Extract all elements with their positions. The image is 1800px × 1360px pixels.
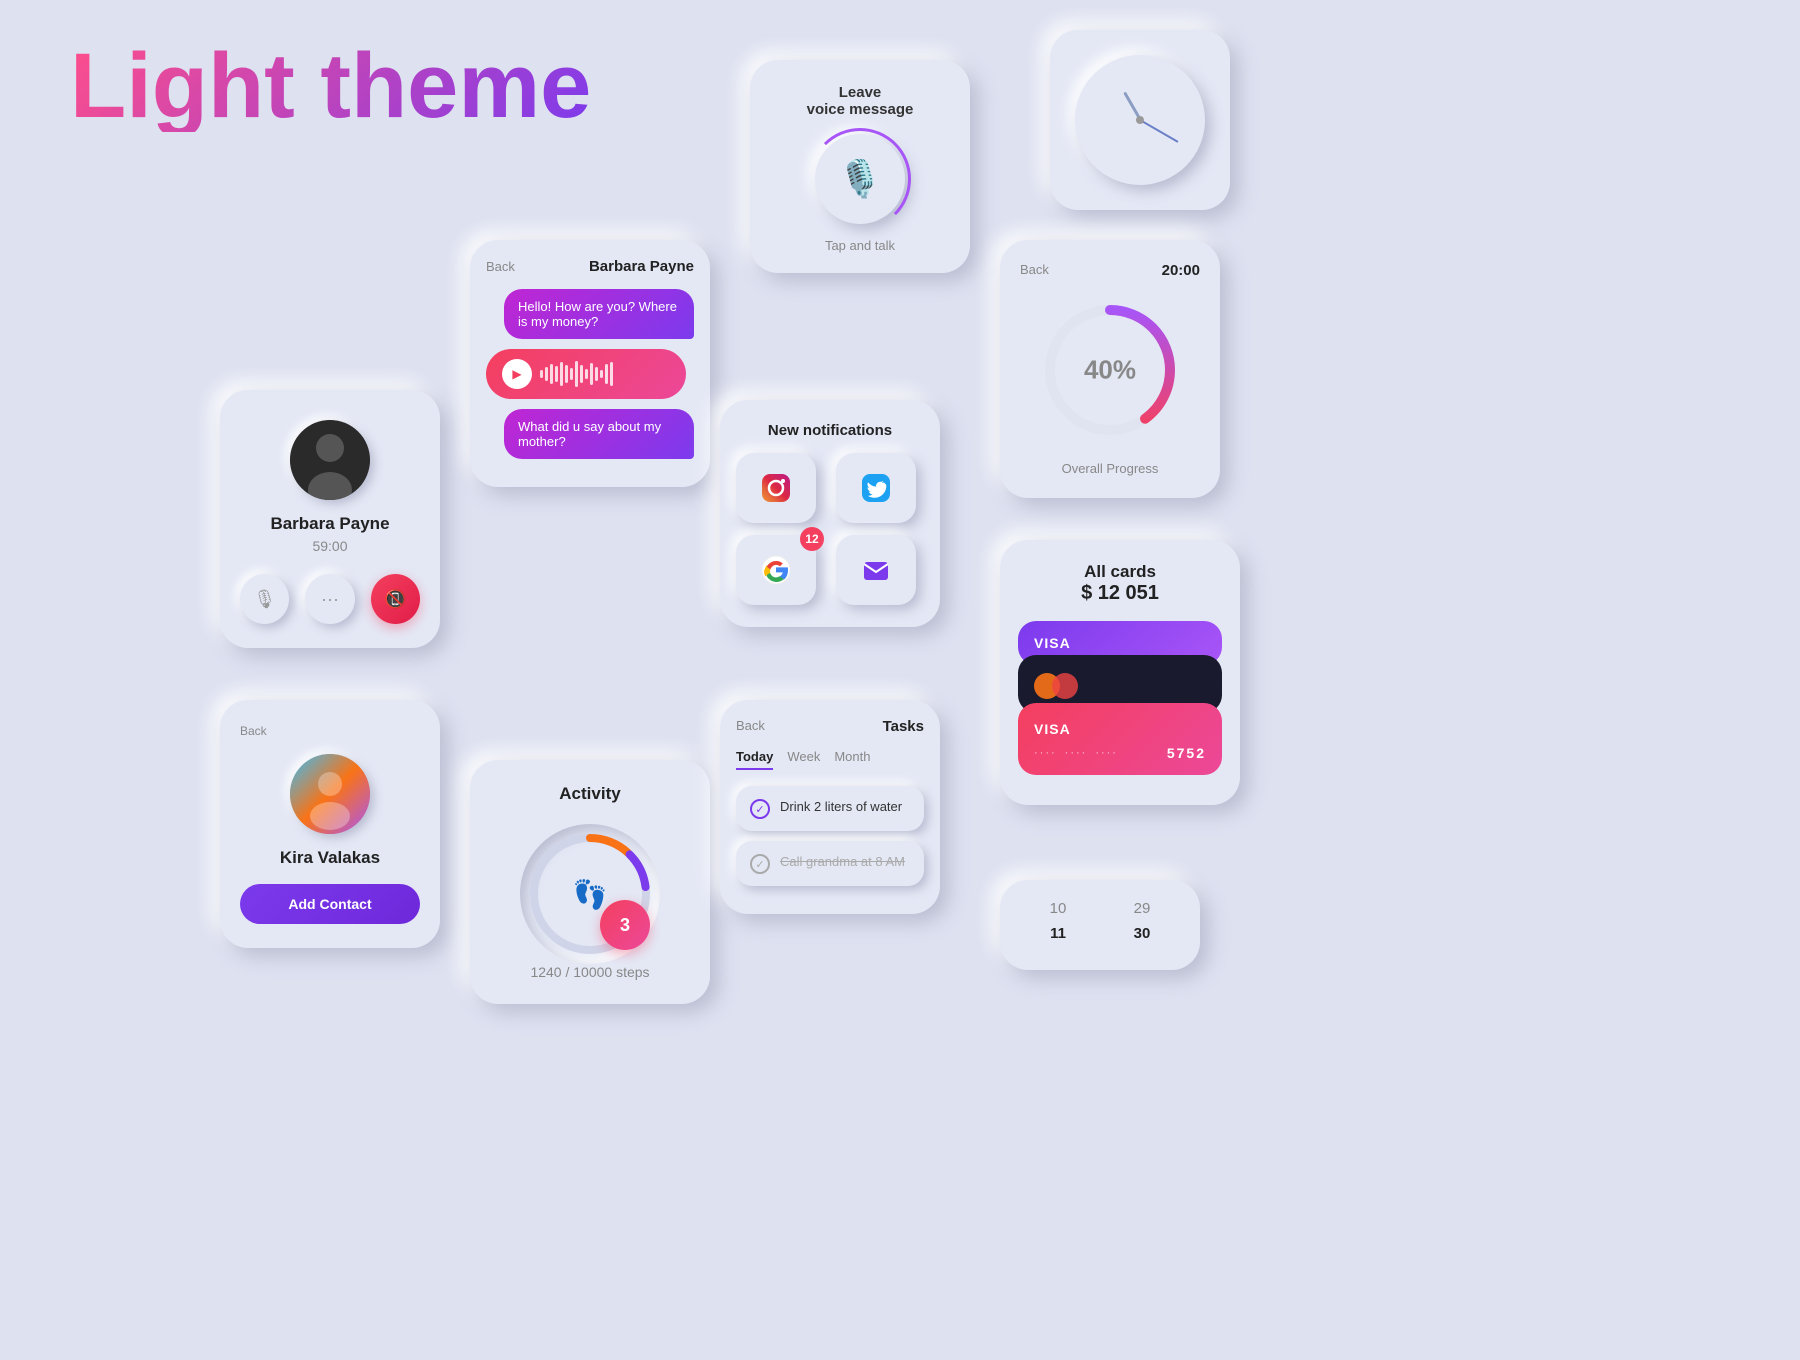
chat-bubble-2: What did u say about my mother? [504,409,694,459]
calendar-row: 10 29 [1016,900,1184,917]
clock-center [1136,116,1144,124]
task-checkbox[interactable]: ✓ [750,799,770,819]
calendar-card: 10 29 11 30 [1000,880,1200,970]
google-notification[interactable]: 12 [736,535,816,605]
contact-back-label[interactable]: Back [240,724,420,738]
notifications-card: New notifications [720,400,940,627]
task-text: Call grandma at 8 AM [780,853,905,871]
notification-badge: 12 [800,527,824,551]
tab-week[interactable]: Week [787,749,820,770]
caller-name: Barbara Payne [240,514,420,534]
audio-bubble[interactable]: ▶ [486,349,686,399]
visa-label-red: VISA [1034,721,1206,737]
progress-time: 20:00 [1162,262,1200,279]
instagram-notification[interactable] [736,453,816,523]
tasks-title: Tasks [883,718,924,735]
task-item: ✓ Drink 2 liters of water [736,786,924,831]
bottom-badge[interactable]: 3 [600,900,650,950]
contact-card: Back Kira Valakas Add Contact [220,700,440,948]
progress-card: Back 20:00 40% Overall Progress [1000,240,1220,498]
tasks-back-button[interactable]: Back [736,718,765,735]
notifications-title: New notifications [736,422,924,439]
end-call-button[interactable]: 📵 [371,574,420,624]
progress-percent-text: 40% [1084,355,1136,386]
task-checkbox[interactable]: ✓ [750,854,770,874]
tasks-card: Back Tasks Today Week Month ✓ Drink 2 li… [720,700,940,914]
bottom-notification-area: 3 [600,900,650,950]
voice-card-title: Leave voice message [770,84,950,118]
twitter-notification[interactable] [836,453,916,523]
progress-header: Back 20:00 [1020,262,1200,279]
contact-name: Kira Valakas [240,848,420,868]
all-cards-card: All cards $ 12 051 VISA VISA ···· ···· ·… [1000,540,1240,805]
mute-button[interactable]: 🎙 [240,574,289,624]
call-card: Barbara Payne 59:00 🎙 ··· 📵 [220,390,440,648]
tap-talk-label: Tap and talk [770,238,950,253]
chat-back-button[interactable]: Back [486,259,515,274]
tasks-header: Back Tasks [736,718,924,735]
card-dots: ···· [1095,747,1118,759]
all-cards-amount: $ 12 051 [1018,582,1222,605]
call-actions: 🎙 ··· 📵 [240,574,420,624]
chat-card: Back Barbara Payne Hello! How are you? W… [470,240,710,487]
activity-card: Activity 👣 1240 / 10000 steps [470,760,710,1004]
calendar-cell: 29 [1128,900,1156,917]
payment-card-visa-red[interactable]: VISA ···· ···· ···· 5752 [1018,703,1222,775]
clock-face [1075,55,1205,185]
all-cards-title: All cards [1018,562,1222,582]
tab-month[interactable]: Month [834,749,870,770]
notifications-grid: 12 [736,453,924,605]
mic-button[interactable]: 🎙️ [815,134,905,224]
calendar-cell: 10 [1044,900,1072,917]
caller-avatar [290,420,370,500]
calendar-cell: 30 [1128,925,1156,942]
calendar-cell: 11 [1044,925,1072,942]
voice-message-card: Leave voice message 🎙️ Tap and talk [750,60,970,273]
waveform [540,361,670,387]
keypad-button[interactable]: ··· [305,574,354,624]
card-dots: ···· [1034,747,1057,759]
task-item: ✓ Call grandma at 8 AM [736,841,924,886]
progress-back-button[interactable]: Back [1020,262,1049,279]
clock-card [1050,30,1230,210]
kira-avatar [290,754,370,834]
activity-title: Activity [490,784,690,804]
play-button[interactable]: ▶ [502,359,532,389]
activity-steps: 1240 / 10000 steps [490,964,690,980]
calendar-row: 11 30 [1016,925,1184,942]
card-dots: ···· [1065,747,1088,759]
progress-label: Overall Progress [1020,461,1200,476]
tasks-tabs: Today Week Month [736,749,924,770]
call-timer: 59:00 [240,538,420,554]
page-title: Light theme [70,40,591,132]
visa-label: VISA [1034,635,1206,651]
task-text: Drink 2 liters of water [780,798,902,816]
mail-notification[interactable] [836,535,916,605]
progress-ring: 40% [1035,295,1185,445]
card-number: 5752 [1167,745,1206,761]
chat-header: Back Barbara Payne [486,258,694,275]
minute-hand [1140,119,1179,143]
tab-today[interactable]: Today [736,749,773,770]
chat-bubble-1: Hello! How are you? Where is my money? [504,289,694,339]
chat-contact-name: Barbara Payne [589,258,694,275]
mic-ring [809,128,911,230]
add-contact-button[interactable]: Add Contact [240,884,420,924]
